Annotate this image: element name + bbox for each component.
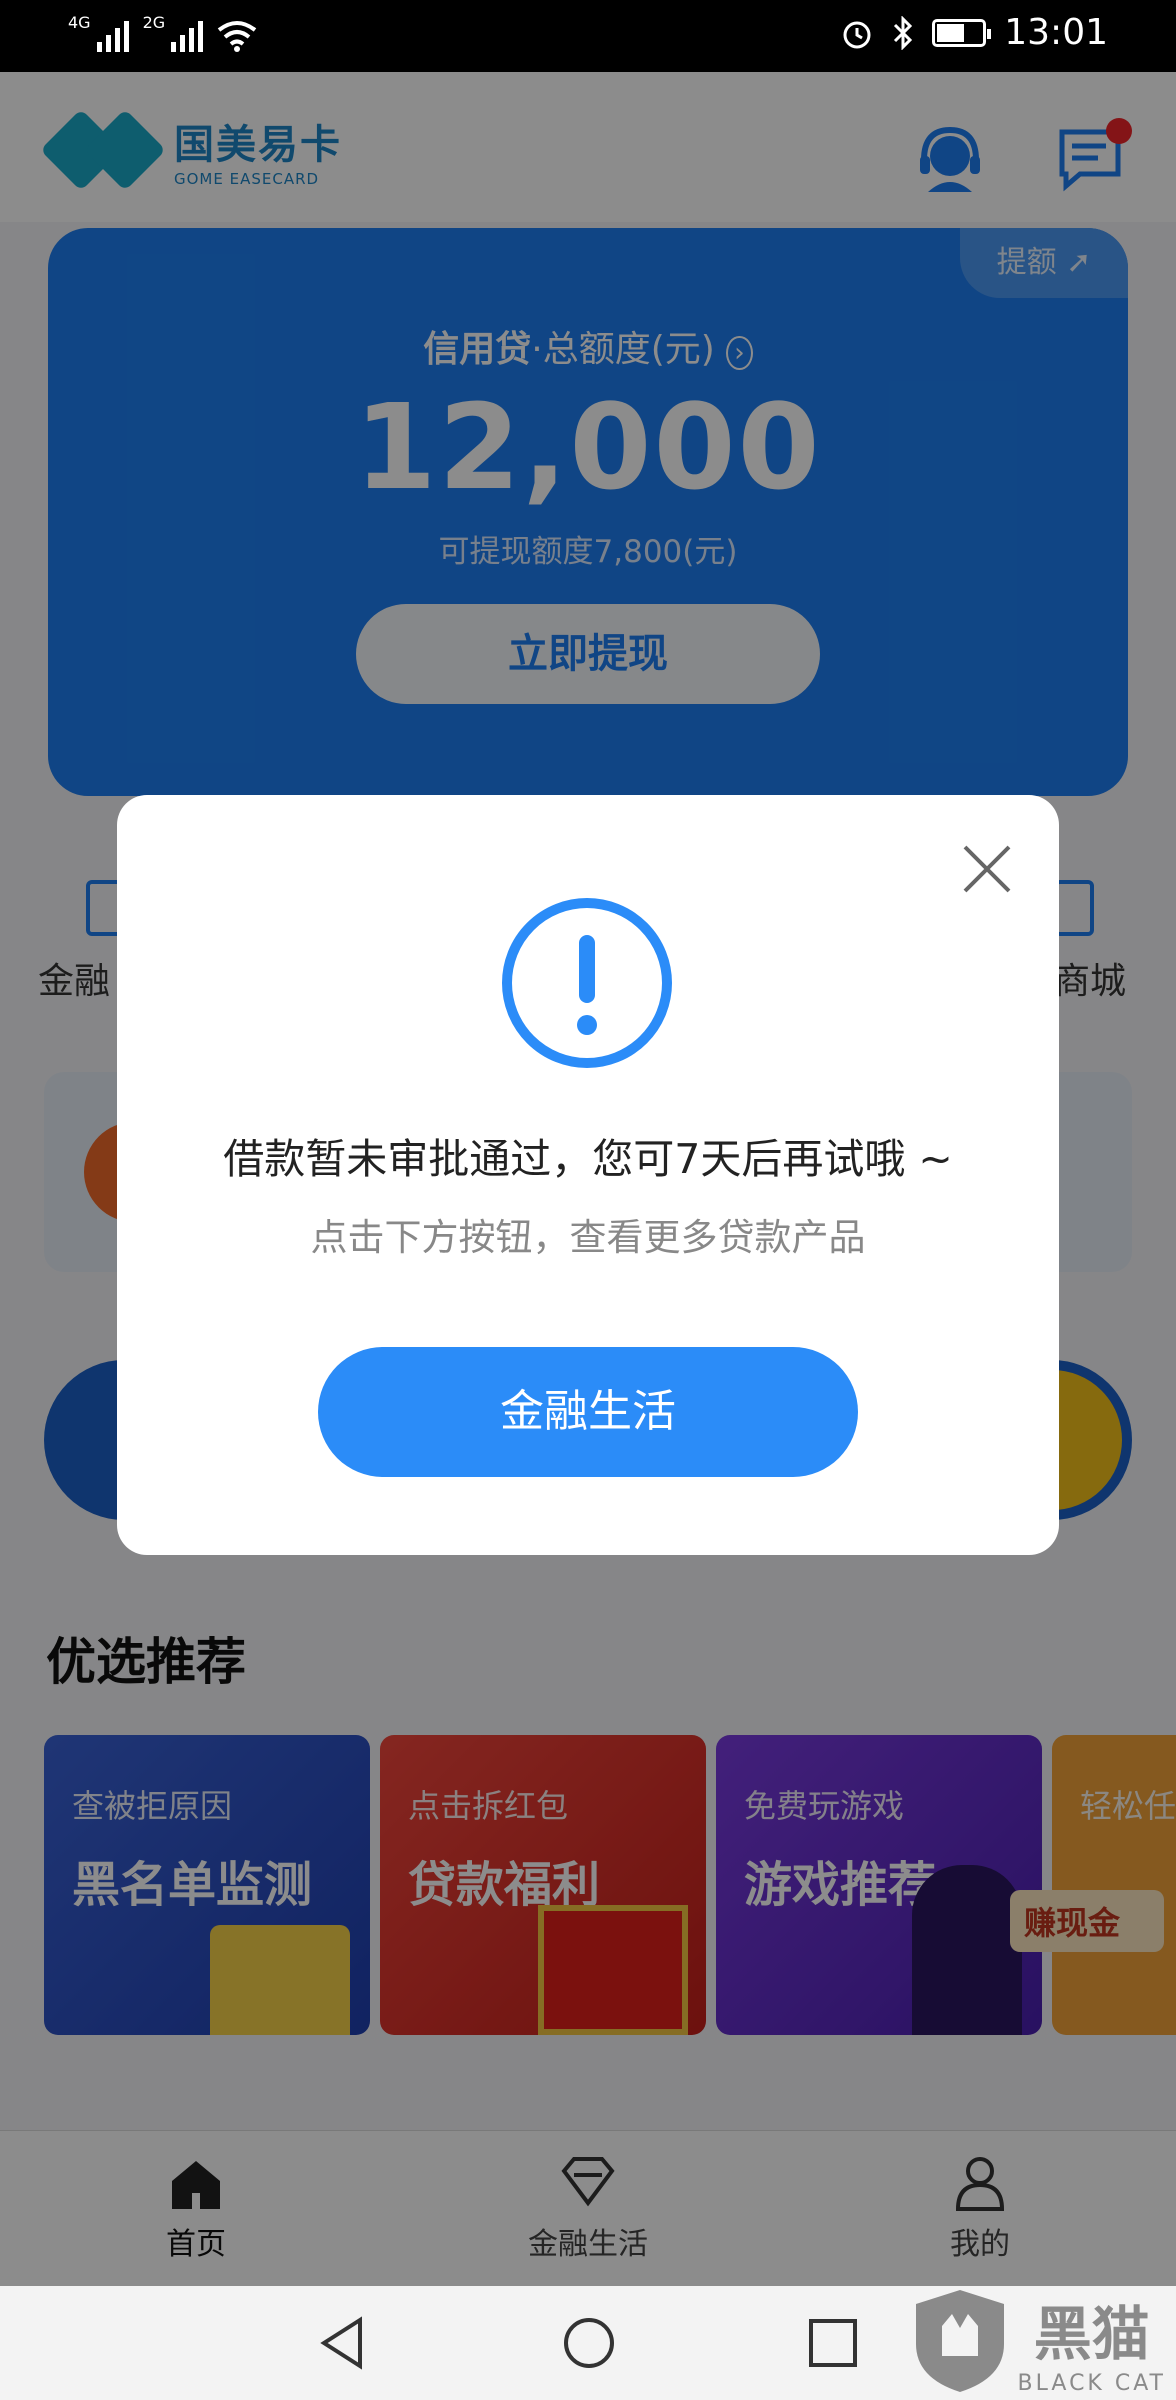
home-circle-icon[interactable] — [562, 2316, 616, 2370]
warning-icon — [502, 898, 672, 1068]
back-icon[interactable] — [318, 2316, 368, 2370]
alarm-icon — [843, 21, 871, 48]
wifi-icon — [217, 21, 257, 52]
dialog-message: 借款暂未审批通过，您可7天后再试哦 ~ — [223, 1135, 953, 1183]
rejection-dialog: 借款暂未审批通过，您可7天后再试哦 ~ 点击下方按钮，查看更多贷款产品 金融生活 — [117, 795, 1059, 1555]
cat-shield-logo — [915, 2290, 1004, 2392]
battery-icon — [932, 18, 992, 47]
status-bar: 4G 2G 13:01 — [0, 0, 1176, 72]
clock: 13:01 — [1004, 12, 1108, 53]
bluetooth-icon — [894, 15, 913, 50]
signal-group: 4G 2G — [68, 13, 257, 52]
close-icon[interactable] — [961, 843, 1013, 895]
dialog-tip: 点击下方按钮，查看更多贷款产品 — [310, 1216, 866, 1259]
recents-icon[interactable] — [808, 2318, 858, 2368]
signal-icon-2: 2G — [143, 13, 204, 52]
signal-icon: 4G — [68, 13, 129, 52]
finance-life-button[interactable]: 金融生活 — [318, 1347, 858, 1477]
status-right: 13:01 — [840, 12, 1108, 53]
watermark: 黑猫 BLACK CAT — [912, 2286, 1166, 2396]
watermark-cn: 黑猫 — [1033, 2299, 1150, 2368]
watermark-en: BLACK CAT — [1017, 2370, 1166, 2396]
